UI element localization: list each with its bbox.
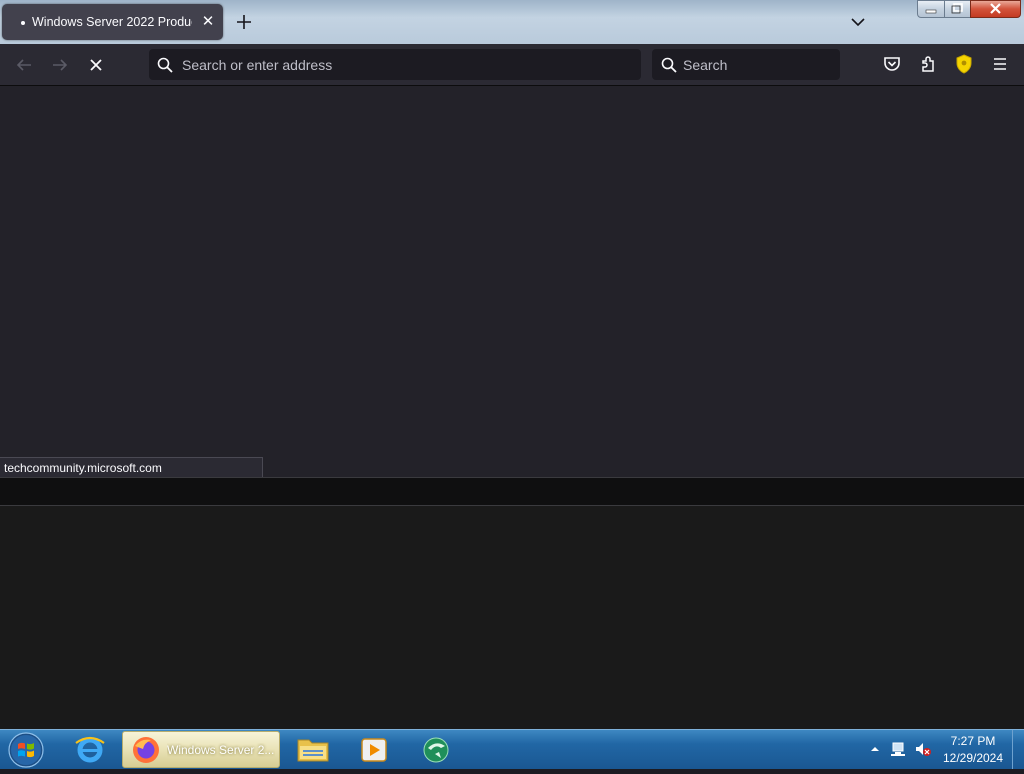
speaker-muted-icon <box>916 743 931 756</box>
clock-time[interactable]: 7:27 PM <box>938 734 1008 748</box>
puzzle-icon <box>922 56 934 72</box>
hamburger-menu-icon <box>994 58 1006 70</box>
search-icon <box>661 57 677 73</box>
page-dark-band <box>0 477 1024 506</box>
folder-icon <box>297 739 329 762</box>
back-button[interactable] <box>12 53 36 77</box>
taskbar-app-globe[interactable] <box>408 731 464 768</box>
volume-tray-button[interactable] <box>914 740 932 758</box>
network-tray-button[interactable] <box>890 740 908 758</box>
clock-date[interactable]: 12/29/2024 <box>938 751 1008 765</box>
firefox-icon <box>133 737 159 763</box>
media-player-icon <box>361 738 387 762</box>
stop-x-icon <box>90 59 102 71</box>
page-lower-area[interactable] <box>0 506 1024 729</box>
tab-loading-indicator <box>21 21 25 25</box>
start-button[interactable] <box>7 731 45 769</box>
arrow-right-icon <box>53 59 68 71</box>
globe-arrow-icon <box>423 737 449 763</box>
arrow-left-icon <box>16 59 31 71</box>
page-content-area[interactable] <box>0 86 1024 477</box>
taskbar-firefox-label: Windows Server 2... <box>167 743 275 757</box>
ublock-origin-button[interactable] <box>952 52 976 76</box>
list-all-tabs-button[interactable] <box>848 12 868 32</box>
pocket-button[interactable] <box>880 52 904 76</box>
plus-icon <box>237 15 251 29</box>
app-menu-button[interactable] <box>988 52 1012 76</box>
address-bar[interactable]: Search or enter address <box>149 49 641 80</box>
tab-title: Windows Server 2022 Product Key <box>32 15 192 29</box>
internet-explorer-icon <box>75 736 105 763</box>
taskbar-internet-explorer[interactable] <box>62 731 118 768</box>
show-hidden-icons-button[interactable] <box>868 742 882 756</box>
restore-icon <box>951 3 963 14</box>
tab-close-button[interactable]: ✕ <box>199 13 217 31</box>
minimize-button[interactable] <box>917 0 945 18</box>
extensions-button[interactable] <box>916 52 940 76</box>
tab-active[interactable]: Windows Server 2022 Product Key ✕ <box>2 4 223 40</box>
navigation-toolbar: Search or enter address Search <box>0 44 1024 86</box>
window-controls <box>917 0 1021 19</box>
search-icon <box>157 57 173 73</box>
minimize-icon <box>925 9 937 14</box>
show-desktop-button[interactable] <box>1012 730 1024 769</box>
shield-icon <box>956 54 972 74</box>
windows-orb-icon <box>8 732 44 768</box>
browser-tab-strip: Windows Server 2022 Product Key ✕ <box>0 0 1024 44</box>
close-icon <box>990 3 1001 14</box>
chevron-down-icon <box>851 18 865 27</box>
network-icon <box>891 742 905 756</box>
close-window-button[interactable] <box>970 0 1021 18</box>
taskbar-media-player[interactable] <box>346 731 402 768</box>
pocket-icon <box>884 57 900 71</box>
taskbar-firefox-window[interactable]: Windows Server 2... <box>122 731 280 768</box>
restore-button[interactable] <box>944 0 971 18</box>
forward-button[interactable] <box>48 53 72 77</box>
triangle-up-icon <box>871 747 879 751</box>
stop-loading-button[interactable] <box>84 53 108 77</box>
search-bar[interactable]: Search <box>652 49 840 80</box>
taskbar-file-explorer[interactable] <box>285 731 341 768</box>
new-tab-button[interactable] <box>233 11 255 33</box>
address-bar-placeholder: Search or enter address <box>182 57 333 73</box>
taskbar: Windows Server 2... 7:27 PM 12/29/2024 <box>0 729 1024 769</box>
search-bar-placeholder: Search <box>683 57 728 73</box>
status-url-panel: techcommunity.microsoft.com <box>0 457 263 477</box>
